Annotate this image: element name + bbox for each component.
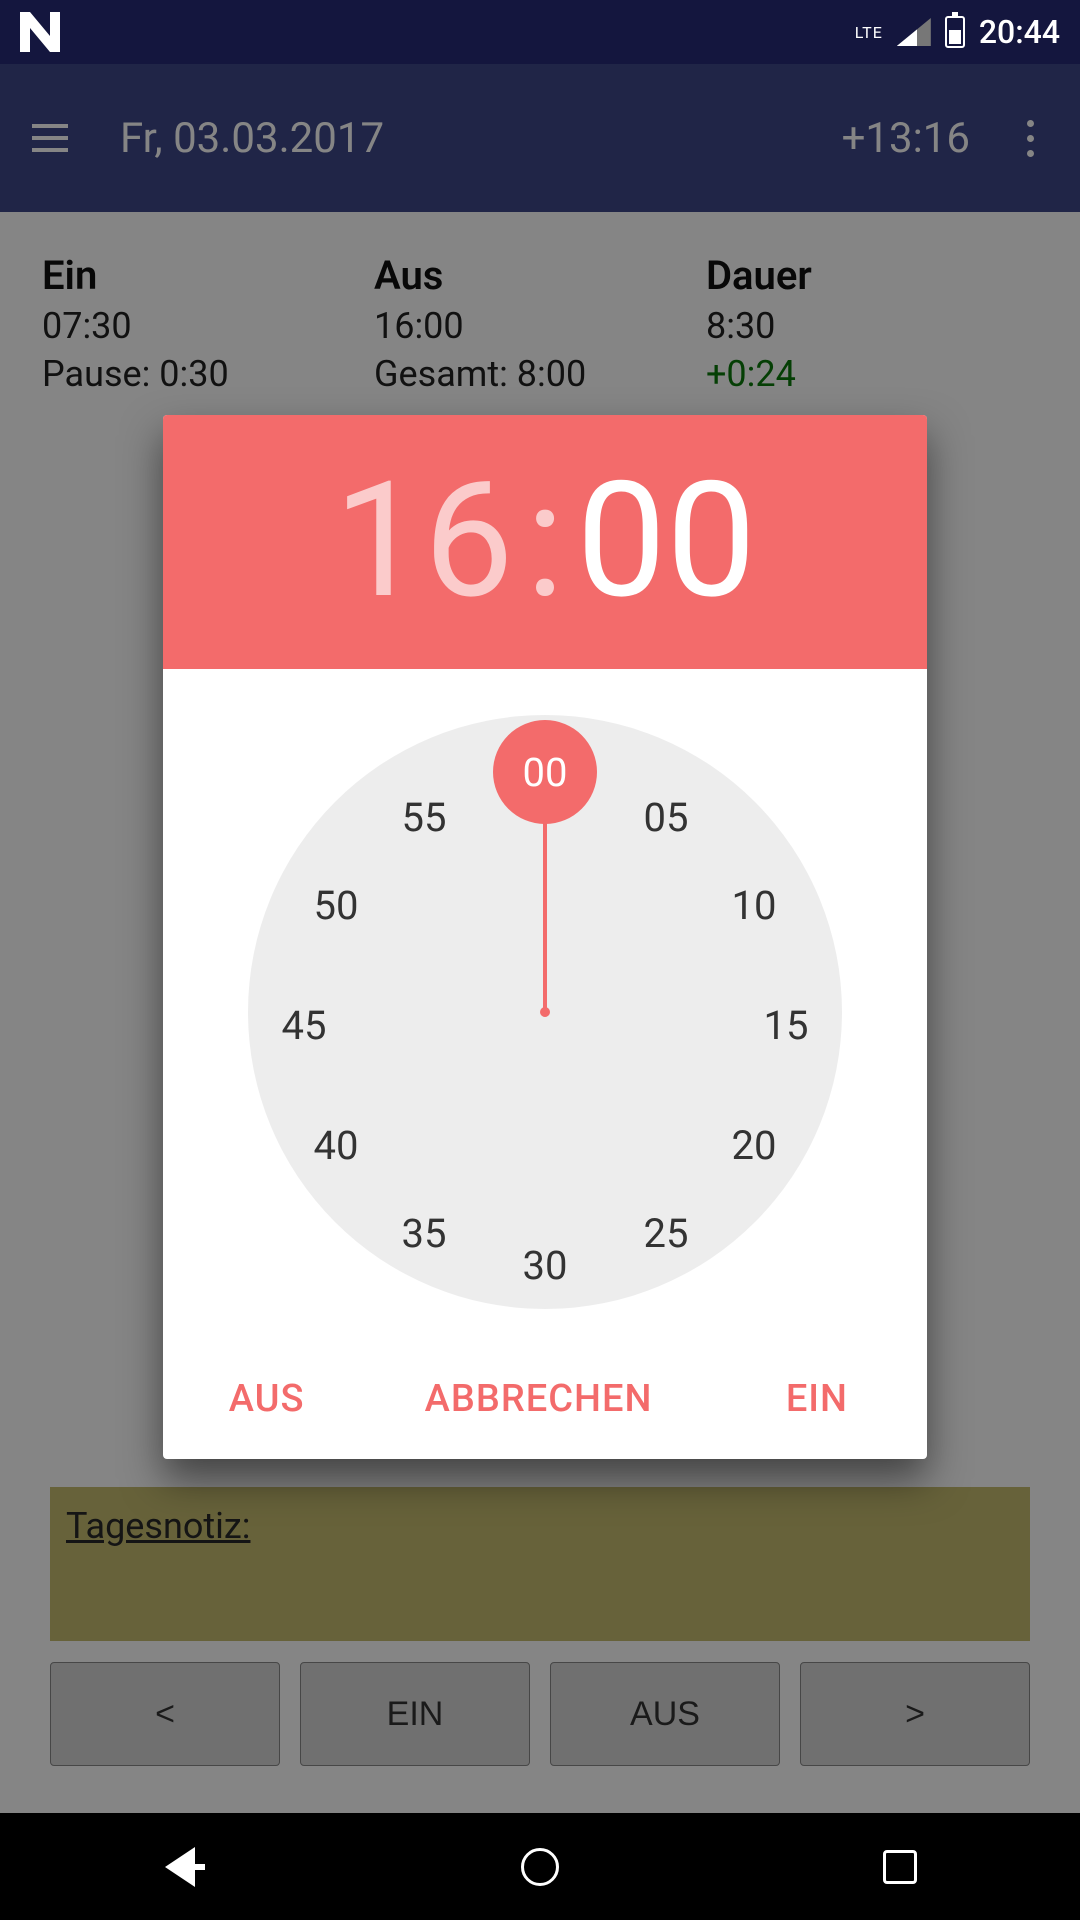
- time-picker-colon: :: [526, 462, 565, 622]
- time-picker-hour[interactable]: 16: [334, 462, 514, 622]
- signal-icon: [897, 18, 931, 46]
- clock-tick-45[interactable]: 45: [269, 1000, 339, 1050]
- clock-face[interactable]: 00 05 10 15 20 25 30 35 40 45 50 55: [248, 715, 842, 1309]
- dialog-ein-button[interactable]: EIN: [707, 1339, 927, 1459]
- clock-tick-10[interactable]: 10: [719, 880, 789, 930]
- network-type-label: LTE: [855, 23, 883, 42]
- time-picker-minute[interactable]: 00: [576, 462, 756, 622]
- time-picker-header: 16 : 00: [163, 415, 927, 669]
- android-n-icon: [20, 12, 60, 52]
- nav-recent-icon[interactable]: [876, 1843, 924, 1891]
- dialog-cancel-button[interactable]: ABBRECHEN: [370, 1339, 707, 1459]
- clock-tick-40[interactable]: 40: [301, 1120, 371, 1170]
- time-picker-dialog: 16 : 00 00 05 10 15 20 25 30 35 40 45 50…: [163, 415, 927, 1459]
- clock-tick-55[interactable]: 55: [389, 792, 459, 842]
- nav-back-icon[interactable]: [156, 1843, 204, 1891]
- status-time: 20:44: [979, 13, 1060, 51]
- clock-tick-50[interactable]: 50: [301, 880, 371, 930]
- status-bar: LTE 20:44: [0, 0, 1080, 64]
- battery-icon: [945, 16, 965, 48]
- dialog-actions: AUS ABBRECHEN EIN: [163, 1339, 927, 1459]
- nav-home-icon[interactable]: [516, 1843, 564, 1891]
- clock-tick-15[interactable]: 15: [751, 1000, 821, 1050]
- clock-tick-05[interactable]: 05: [631, 792, 701, 842]
- system-nav-bar: [0, 1813, 1080, 1920]
- dialog-aus-button[interactable]: AUS: [163, 1339, 370, 1459]
- clock-tick-20[interactable]: 20: [719, 1120, 789, 1170]
- clock-tick-35[interactable]: 35: [389, 1208, 459, 1258]
- clock-center-dot: [540, 1007, 550, 1017]
- clock-tick-30[interactable]: 30: [510, 1240, 580, 1290]
- clock-tick-25[interactable]: 25: [631, 1208, 701, 1258]
- clock-selected-tick[interactable]: 00: [493, 720, 597, 824]
